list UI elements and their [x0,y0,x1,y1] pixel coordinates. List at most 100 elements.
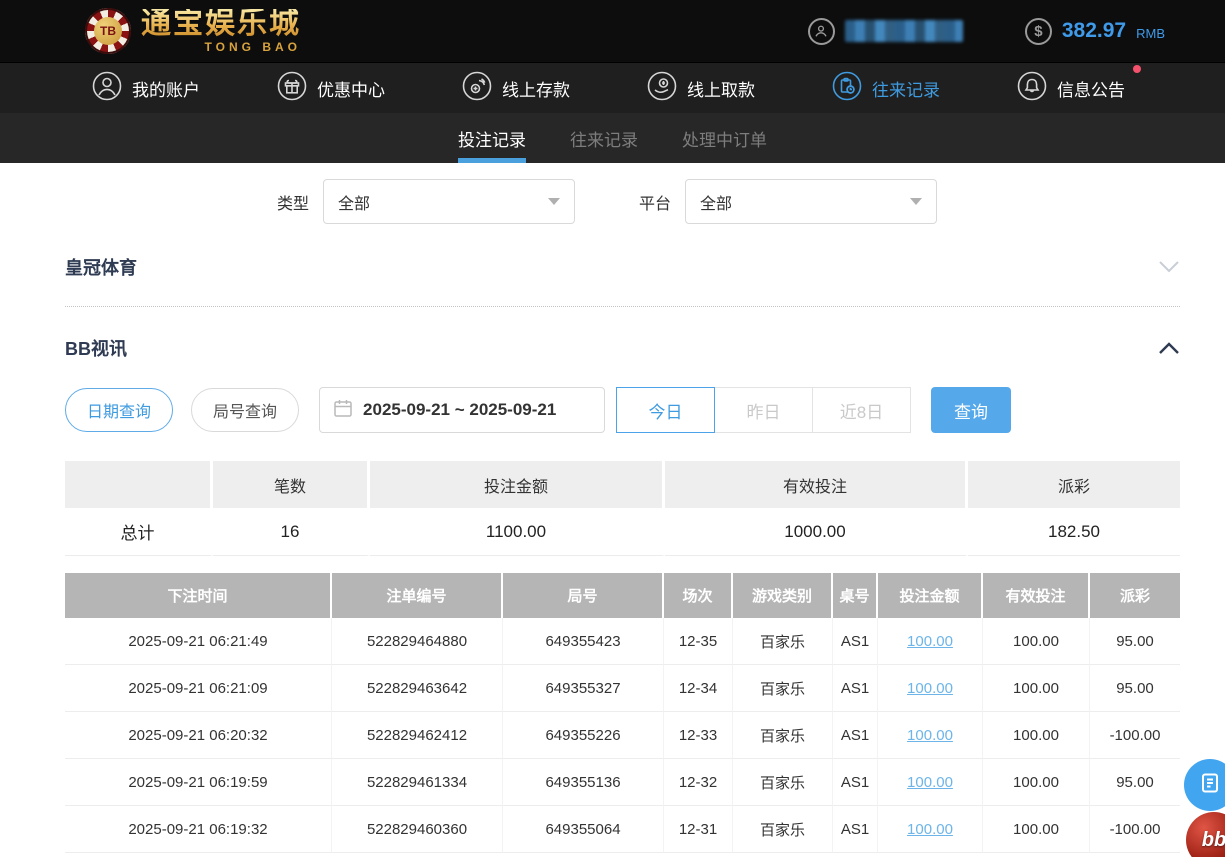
cell-bet-time: 2025-09-21 06:21:09 [65,665,332,712]
query-controls: 日期查询 局号查询 2025-09-21 ~ 2025-09-21 今日 昨日 … [65,387,1180,433]
dollar-coin-icon: $ [1024,17,1052,45]
cell-bet-amount: 100.00 [878,618,983,665]
brand-subtitle: TONG BAO [204,40,301,54]
nav-label: 优惠中心 [317,80,385,100]
notification-dot [1133,64,1141,73]
cell-valid-bet: 100.00 [983,759,1090,806]
quick-last8days-button[interactable]: 近8日 [812,387,912,433]
tab-bet-records[interactable]: 投注记录 [458,113,526,163]
summary-header-row: 笔数 投注金额 有效投注 派彩 [65,461,1180,508]
table-row: 2025-09-21 06:21:09 522829463642 6493553… [65,665,1180,712]
type-select[interactable]: 全部 [323,179,576,224]
table-row: 2025-09-21 06:19:32 522829460360 6493550… [65,806,1180,853]
bb-logo: bb [1201,828,1225,851]
tab-pending-orders[interactable]: 处理中订单 [682,113,767,163]
summary-total-label: 总计 [65,508,213,556]
nav-item-announcements[interactable]: 信息公告 [1017,64,1141,106]
column-header: 派彩 [1090,573,1180,618]
nav-label: 信息公告 [1057,80,1125,100]
records-icon [832,71,862,106]
nav-label: 我的账户 [132,80,200,100]
date-range-value: 2025-09-21 ~ 2025-09-21 [363,400,557,419]
page: TB 通宝娱乐城 TONG BAO $ 382.97 RMB 我的账户 优惠中心… [0,0,1225,857]
cell-session: 12-33 [664,712,733,759]
cell-payout: 95.00 [1090,618,1180,665]
cell-round-id: 649355327 [503,665,664,712]
cell-round-id: 649355226 [503,712,664,759]
platform-select[interactable]: 全部 [685,179,938,224]
bet-amount-link[interactable]: 100.00 [907,727,953,744]
cell-session: 12-34 [664,665,733,712]
bet-table-body: 2025-09-21 06:21:49 522829464880 6493554… [65,618,1180,853]
section-bb-video[interactable]: BB视讯 [65,307,1180,375]
nav-item-promotions[interactable]: 优惠中心 [277,71,385,106]
brand-logo[interactable]: TB 通宝娱乐城 TONG BAO [85,8,301,54]
date-query-button[interactable]: 日期查询 [65,388,174,432]
cell-game-type: 百家乐 [733,712,833,759]
brand-text: 通宝娱乐城 TONG BAO [141,7,301,54]
username-blurred [844,20,963,42]
chevron-down-icon[interactable] [1158,260,1180,274]
cell-bet-time: 2025-09-21 06:19:59 [65,759,332,806]
column-header: 场次 [664,573,733,618]
cell-valid-bet: 100.00 [983,665,1090,712]
bet-amount-link[interactable]: 100.00 [907,633,953,650]
cell-session: 12-32 [664,759,733,806]
summary-total-row: 总计 16 1100.00 1000.00 182.50 [65,508,1180,556]
nav-item-deposit[interactable]: 线上存款 [462,71,570,106]
column-header: 局号 [503,573,664,618]
table-row: 2025-09-21 06:21:49 522829464880 6493554… [65,618,1180,665]
summary-header-valid-bet: 有效投注 [665,461,968,508]
cell-payout: 95.00 [1090,665,1180,712]
cell-bet-amount: 100.00 [878,759,983,806]
user-account[interactable] [807,17,963,45]
quick-date-group: 今日 昨日 近8日 [616,387,912,433]
cell-order-id: 522829460360 [332,806,503,853]
cell-order-id: 522829461334 [332,759,503,806]
cell-round-id: 649355064 [503,806,664,853]
cell-round-id: 649355423 [503,618,664,665]
bet-amount-link[interactable]: 100.00 [907,774,953,791]
column-header: 投注金额 [878,573,983,618]
cell-table-no: AS1 [833,806,878,853]
avatar-icon [807,17,835,45]
user-icon [92,71,122,106]
balance[interactable]: $ 382.97 RMB [1024,17,1165,45]
quick-today-button[interactable]: 今日 [616,387,716,433]
summary-table: 笔数 投注金额 有效投注 派彩 总计 16 1100.00 1000.00 18… [65,461,1180,556]
topbar: TB 通宝娱乐城 TONG BAO $ 382.97 RMB [0,0,1225,62]
round-query-button[interactable]: 局号查询 [191,388,300,432]
search-button[interactable]: 查询 [931,387,1012,433]
table-row: 2025-09-21 06:20:32 522829462412 6493552… [65,712,1180,759]
nav-item-my-account[interactable]: 我的账户 [92,71,200,106]
cell-valid-bet: 100.00 [983,806,1090,853]
bet-amount-link[interactable]: 100.00 [907,821,953,838]
type-filter-label: 类型 [277,195,310,213]
column-header: 游戏类别 [733,573,833,618]
brand-name: 通宝娱乐城 [141,7,301,40]
filter-row: 类型 全部 平台 全部 [0,163,1225,224]
nav-label: 往来记录 [872,80,940,100]
cell-order-id: 522829462412 [332,712,503,759]
chat-form-icon [1198,771,1222,800]
cell-bet-time: 2025-09-21 06:19:32 [65,806,332,853]
column-header: 桌号 [833,573,878,618]
chevron-up-icon[interactable] [1158,341,1180,355]
tab-transaction-records[interactable]: 往来记录 [570,113,638,163]
cell-bet-amount: 100.00 [878,665,983,712]
calendar-icon [333,398,353,423]
withdraw-icon [647,71,677,106]
nav-item-transaction-records[interactable]: 往来记录 [832,71,940,106]
bet-table: 下注时间 注单编号 局号 场次 游戏类别 桌号 投注金额 有效投注 派彩 2025-09-21 … [65,573,1180,853]
quick-yesterday-button[interactable]: 昨日 [714,387,814,433]
nav-label: 线上存款 [502,80,570,100]
poker-chip-icon: TB [85,8,131,54]
content: 类型 全部 平台 全部 皇冠体育 BB视讯 日期查询 局号查询 2025-09-… [0,163,1225,853]
cell-game-type: 百家乐 [733,618,833,665]
platform-filter-label: 平台 [639,195,672,213]
date-range-picker[interactable]: 2025-09-21 ~ 2025-09-21 [319,387,606,433]
nav-item-withdraw[interactable]: 线上取款 [647,71,755,106]
section-crown-sports[interactable]: 皇冠体育 [65,224,1180,307]
bet-amount-link[interactable]: 100.00 [907,680,953,697]
cell-table-no: AS1 [833,665,878,712]
